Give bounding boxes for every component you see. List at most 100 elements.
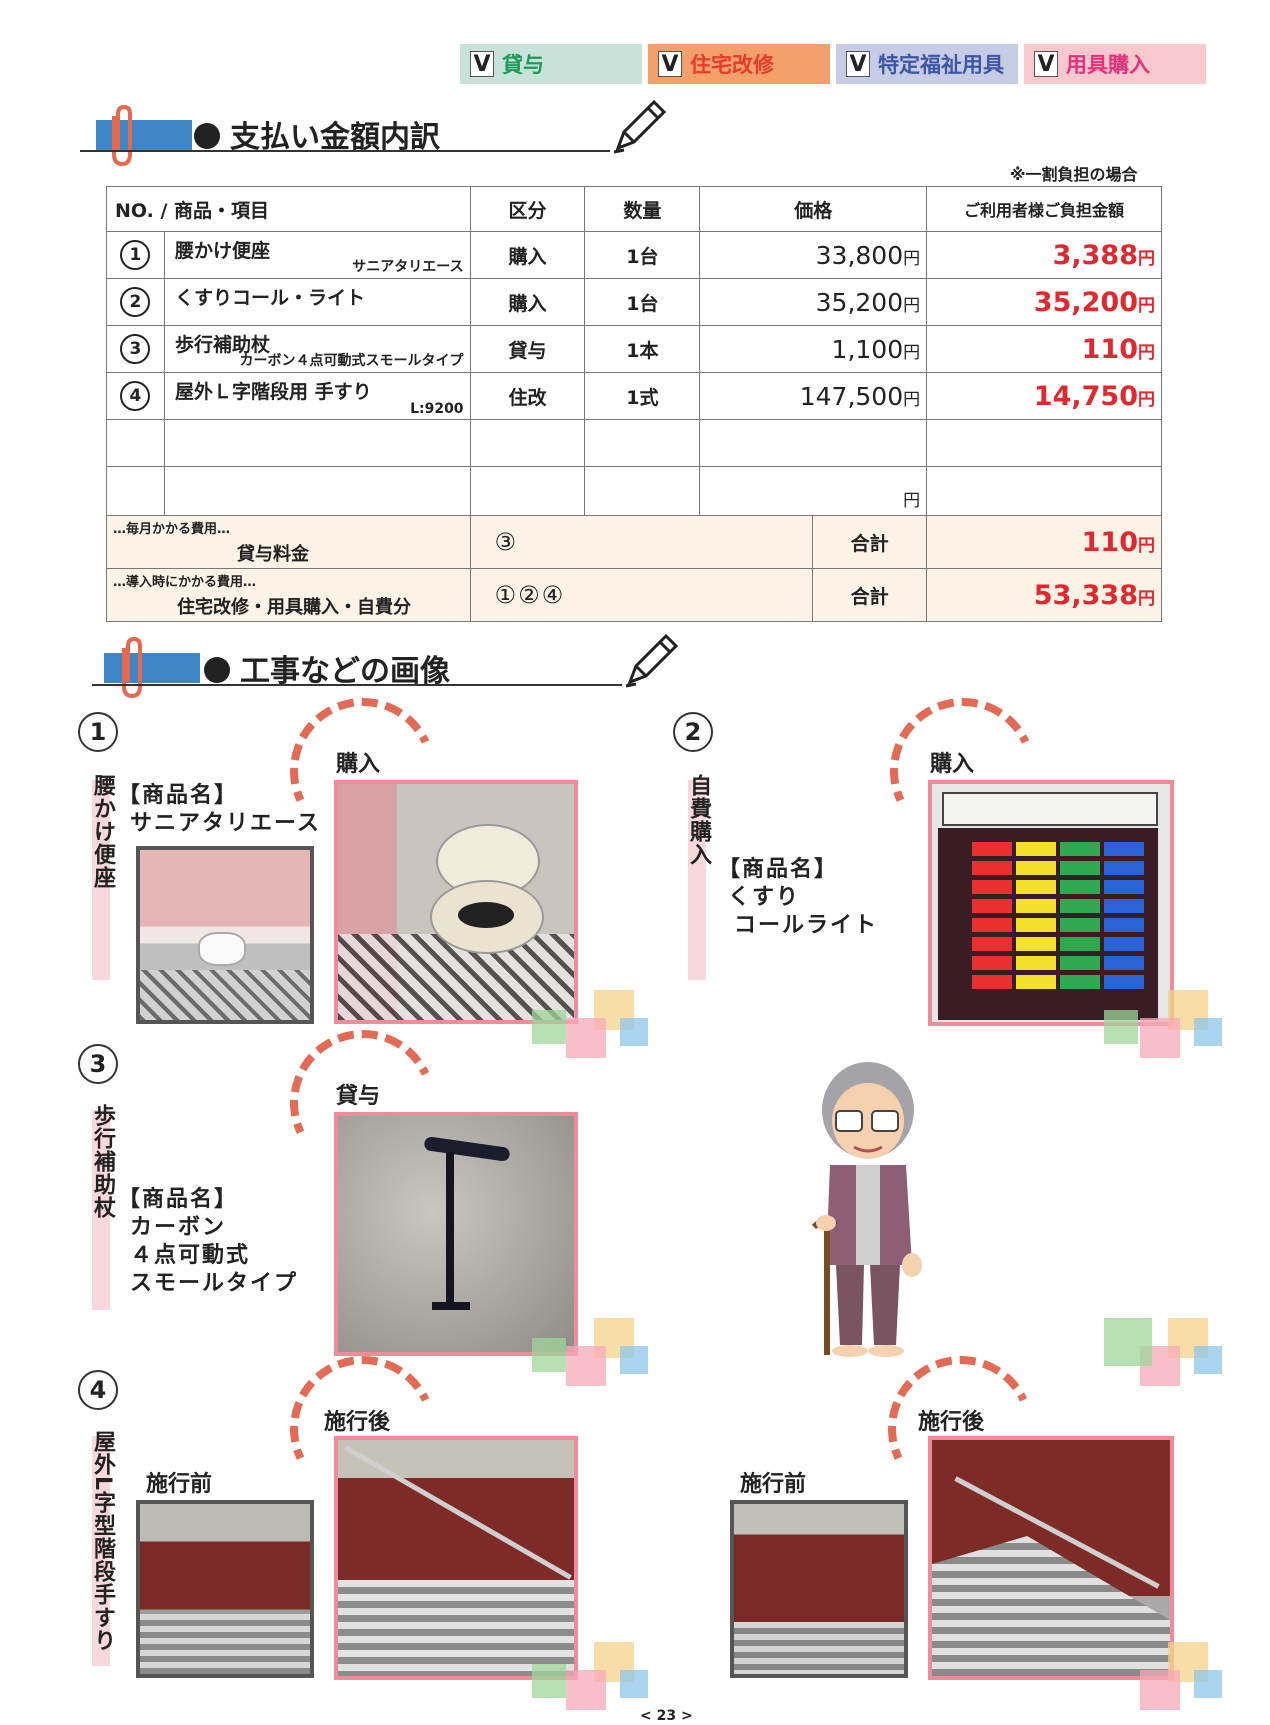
item-pay: 110 [1081,333,1138,365]
deco-square [566,1346,606,1386]
monthly-cost-row: …毎月かかる費用… 貸与料金 ③ 合計 110円 [106,515,1162,569]
item-sub: サニアタリエース [352,259,464,275]
deco-square [620,1346,648,1374]
deco-square [1104,1010,1138,1044]
item-price: 35,200 [815,287,904,317]
yen-unit: 円 [903,342,921,363]
monthly-total-label: 合計 [812,515,928,569]
item-qty: 1式 [584,372,701,420]
page-number: < 23 > [640,1708,693,1724]
deco-square [620,1018,648,1046]
table-row: 4 屋外Ｌ字階段用 手すり L:9200 住改 1式 147,500円 14,75… [106,372,1162,420]
deco-square [532,1338,566,1372]
pen-icon [625,633,679,688]
row-number: 2 [120,287,151,317]
product-name-2: 【商品名】 くすり コールライト [718,856,878,940]
product-line: カーボン [130,1215,227,1240]
initial-items: ①②④ [469,568,814,622]
deco-square [566,1670,606,1710]
photo-toilet-after [334,780,578,1024]
tag-label: 特定福祉用具 [878,53,1004,77]
deco-square [1140,1018,1180,1058]
photo-stairs-before-right [730,1500,908,1678]
burden-note: ※一割負担の場合 [1010,165,1138,184]
product-name-1: 【商品名】 サニアタリエース [118,782,321,838]
yen-unit: 円 [1138,535,1155,556]
payment-table: NO. / 商品・項目 区分 数量 価格 ご利用者様ご負担金額 1 腰かけ便座サ… [106,186,1162,622]
tag-label: 住宅改修 [690,53,774,77]
item-vertical-label: 屋外L字型階段手すり [90,1430,115,1653]
yen-unit: 円 [903,389,921,410]
item-price: 1,100 [831,334,904,364]
item-number-4: 4 [78,1370,118,1410]
deco-square [532,1010,566,1044]
header-user-burden: ご利用者様ご負担金額 [926,186,1162,232]
item-kind: 貸与 [469,325,586,373]
item-qty: 1本 [584,325,701,373]
item-sub: L:9200 [410,401,464,417]
label-after-left: 施行後 [324,1410,391,1435]
product-line: コールライト [734,913,879,938]
item-number-2: 2 [673,712,713,752]
table-row: 3 歩行補助杖 カーボン４点可動式スモールタイプ 貸与 1本 1,100円 110… [106,325,1162,373]
tag-equipment-purchase: V 用具購入 [1024,44,1206,84]
deco-square [532,1664,566,1698]
photo-stairs-after-right [928,1436,1174,1680]
photo-toilet-before [136,846,314,1024]
item-name: 腰かけ便座 [174,240,270,262]
yen-unit: 円 [903,248,921,269]
header-category: 区分 [469,186,586,232]
tag-welfare-equipment: V 特定福祉用具 [836,44,1018,84]
check-icon: V [470,51,494,77]
item-qty: 1台 [584,231,701,279]
product-line: スモールタイプ [130,1271,299,1296]
item-price: 33,800 [815,240,904,270]
bullet-icon [204,657,230,683]
item-number-1: 1 [78,712,118,752]
item-number-3: 3 [78,1044,118,1084]
table-row: 2 くすりコール・ライト 購入 1台 35,200円 35,200円 [106,278,1162,326]
item-pay: 14,750 [1033,380,1138,412]
table-row-empty: 円 [106,466,1162,516]
initial-cost-row: …導入時にかかる費用… 住宅改修・用具購入・自費分 ①②④ 合計 53,338円 [106,568,1162,622]
deco-square [1194,1346,1222,1374]
header-price: 価格 [699,186,928,232]
deco-square [1140,1670,1180,1710]
initial-total: 53,338 [1033,579,1138,611]
item-sub: カーボン４点可動式スモールタイプ [239,353,464,369]
photo-walking-cane [334,1112,578,1356]
item-kind: 住改 [469,372,586,420]
photo-stairs-before-left [136,1500,314,1678]
monthly-caption: …毎月かかる費用… [113,522,231,537]
check-icon: V [658,51,682,77]
item-vertical-label: 自費購入 [686,774,711,866]
yen-unit: 円 [903,295,921,316]
yen-unit: 円 [1138,342,1155,363]
monthly-total: 110 [1081,526,1138,558]
deco-square [1104,1318,1152,1366]
section-underline [80,150,610,152]
tag-rental: V 貸与 [460,44,642,84]
section-underline [92,684,622,686]
yen-unit: 円 [1138,295,1155,316]
elderly-woman-illustration [811,1062,922,1357]
row-number: 3 [120,334,151,364]
item-kind: 購入 [469,231,586,279]
deco-square [620,1670,648,1698]
yen-unit: 円 [699,466,928,516]
bullet-icon [194,123,220,149]
label-before-right: 施行前 [740,1472,807,1497]
item-pay: 35,200 [1033,286,1138,318]
photo-medicine-call-light [928,780,1174,1026]
item-vertical-label: 歩行補助杖 [90,1104,115,1219]
yen-unit: 円 [1138,248,1155,269]
item-vertical-label: 腰かけ便座 [90,774,115,889]
item-name: くすりコール・ライト [174,287,365,309]
yen-unit: 円 [1138,389,1155,410]
tag-label: 用具購入 [1066,53,1150,77]
paperclip-icon [112,104,132,167]
header-item: NO. / 商品・項目 [106,186,471,232]
badge-rental: 貸与 [336,1084,381,1109]
item-price: 147,500 [799,381,904,411]
product-line: サニアタリエース [130,811,321,836]
